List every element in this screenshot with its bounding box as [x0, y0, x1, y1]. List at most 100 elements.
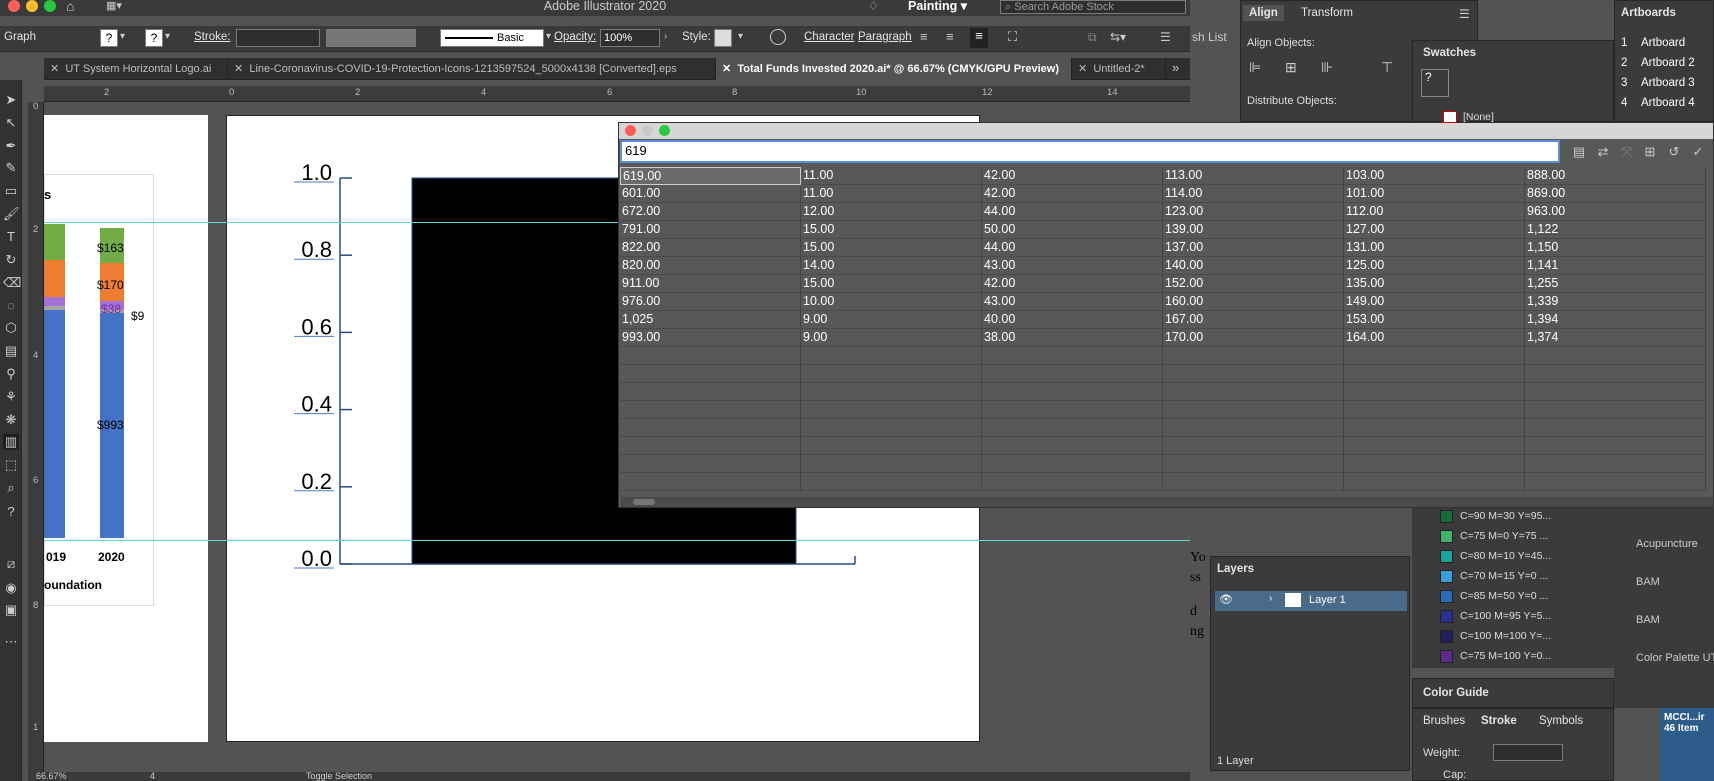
- grid-cell[interactable]: 9.00: [801, 329, 982, 347]
- brush-definition[interactable]: Basic: [440, 29, 544, 47]
- arrange-documents-icon[interactable]: ▦▾: [106, 0, 130, 14]
- grid-cell[interactable]: [1525, 419, 1706, 437]
- grid-cell[interactable]: 672.00: [620, 203, 801, 221]
- stroke-color-unknown[interactable]: ?: [145, 29, 163, 47]
- grid-cell[interactable]: 9.00: [801, 311, 982, 329]
- library-item[interactable]: BAM: [1636, 576, 1660, 588]
- curvature-tool-icon[interactable]: ✎: [3, 160, 19, 176]
- grid-cell[interactable]: [801, 473, 982, 491]
- swatches-title[interactable]: Swatches: [1423, 47, 1476, 59]
- grid-cell[interactable]: [1525, 383, 1706, 401]
- grid-cell[interactable]: 42.00: [982, 185, 1163, 203]
- swatch-row[interactable]: C=100 M=100 Y=...: [1440, 628, 1610, 646]
- align-center-icon[interactable]: ≡: [946, 29, 954, 44]
- stacked-bar-2020[interactable]: [100, 228, 124, 538]
- grid-cell[interactable]: 103.00: [1344, 167, 1525, 185]
- fill-stroke-swap-icon[interactable]: ?: [3, 504, 19, 520]
- grid-cell[interactable]: 127.00: [1344, 221, 1525, 239]
- stroke-weight-field[interactable]: [236, 29, 320, 47]
- grid-cell[interactable]: 131.00: [1344, 239, 1525, 257]
- apply-icon[interactable]: ✓: [1689, 143, 1707, 161]
- grid-cell[interactable]: [1163, 437, 1344, 455]
- grid-cell[interactable]: [1525, 347, 1706, 365]
- grid-cell[interactable]: 139.00: [1163, 221, 1344, 239]
- swatch-row[interactable]: C=70 M=15 Y=0 ...: [1440, 568, 1610, 586]
- grid-cell[interactable]: 619.00: [620, 167, 801, 185]
- grid-cell[interactable]: 1,150: [1525, 239, 1706, 257]
- grid-cell[interactable]: 976.00: [620, 293, 801, 311]
- grid-cell[interactable]: 12.00: [801, 203, 982, 221]
- grid-cell[interactable]: [1344, 473, 1525, 491]
- grid-cell[interactable]: [1525, 437, 1706, 455]
- grid-cell[interactable]: 1,025: [620, 311, 801, 329]
- artboard-navigator[interactable]: 4: [150, 771, 155, 781]
- grid-cell[interactable]: [1163, 419, 1344, 437]
- character-panel-link[interactable]: Character: [804, 31, 855, 43]
- grid-cell[interactable]: [620, 455, 801, 473]
- grid-cell[interactable]: [1163, 365, 1344, 383]
- paragraph-panel-link[interactable]: Paragraph: [858, 31, 912, 43]
- rotate-tool-icon[interactable]: ↻: [3, 252, 19, 268]
- grid-cell[interactable]: [801, 401, 982, 419]
- grid-cell[interactable]: 1,374: [1525, 329, 1706, 347]
- zoom-level[interactable]: 66.67%: [36, 771, 67, 781]
- grid-cell[interactable]: 123.00: [1163, 203, 1344, 221]
- tab-align[interactable]: Align: [1243, 5, 1284, 21]
- stroke-dropdown-icon[interactable]: ▾: [165, 31, 170, 42]
- more-tabs-icon[interactable]: »: [1172, 60, 1179, 75]
- horizontal-scrollbar[interactable]: [621, 497, 1713, 507]
- grid-cell[interactable]: [1525, 365, 1706, 383]
- grid-cell[interactable]: 11.00: [801, 185, 982, 203]
- arrange-icon[interactable]: ⇆▾: [1110, 30, 1126, 44]
- grid-cell[interactable]: [1525, 401, 1706, 419]
- grid-cell[interactable]: [1163, 473, 1344, 491]
- grid-cell[interactable]: [1525, 455, 1706, 473]
- grid-cell[interactable]: [620, 437, 801, 455]
- symbol-sprayer-icon[interactable]: ❋: [3, 412, 19, 428]
- cell-style-icon[interactable]: ⊞: [1641, 143, 1659, 161]
- grid-cell[interactable]: [620, 347, 801, 365]
- layer-name[interactable]: Layer 1: [1309, 594, 1346, 606]
- fill-dropdown-icon[interactable]: ▾: [120, 31, 125, 42]
- grid-cell[interactable]: 137.00: [1163, 239, 1344, 257]
- grid-cell[interactable]: [1344, 347, 1525, 365]
- grid-cell[interactable]: 164.00: [1344, 329, 1525, 347]
- grid-cell[interactable]: 42.00: [982, 167, 1163, 185]
- zoom-window-button[interactable]: [659, 125, 670, 136]
- stacked-bar-2019[interactable]: [44, 224, 65, 538]
- grid-cell[interactable]: [801, 383, 982, 401]
- layer-row[interactable]: 👁 › Layer 1: [1215, 591, 1407, 611]
- align-center-objects-icon[interactable]: ⊞: [1285, 59, 1297, 76]
- none-swatch[interactable]: [1443, 111, 1457, 123]
- swatch-row[interactable]: C=90 M=30 Y=95...: [1440, 508, 1610, 526]
- artboard-list-item[interactable]: 2 Artboard 2: [1615, 53, 1714, 73]
- opacity-field[interactable]: 100%: [600, 29, 660, 47]
- workspace-switcher[interactable]: Painting ▾: [908, 0, 967, 12]
- swatch-row[interactable]: C=75 M=100 Y=0...: [1440, 648, 1610, 666]
- ruler-guide[interactable]: [44, 540, 1190, 541]
- grid-cell[interactable]: 42.00: [982, 275, 1163, 293]
- tab-untitled-2[interactable]: ✕ Untitled-2*: [1072, 58, 1166, 80]
- grid-cell[interactable]: 963.00: [1525, 203, 1706, 221]
- grid-cell[interactable]: 869.00: [1525, 185, 1706, 203]
- grid-cell[interactable]: [1344, 365, 1525, 383]
- grid-cell[interactable]: 170.00: [1163, 329, 1344, 347]
- grid-cell[interactable]: 1,394: [1525, 311, 1706, 329]
- close-window-button[interactable]: [625, 125, 636, 136]
- panel-menu-icon[interactable]: ☰: [1459, 7, 1470, 21]
- grid-cell[interactable]: 113.00: [1163, 167, 1344, 185]
- grid-cell[interactable]: 112.00: [1344, 203, 1525, 221]
- grid-cell[interactable]: 135.00: [1344, 275, 1525, 293]
- layers-title[interactable]: Layers: [1217, 563, 1254, 575]
- variable-width-profile[interactable]: [326, 29, 416, 47]
- color-guide-title[interactable]: Color Guide: [1423, 687, 1489, 699]
- eye-icon[interactable]: 👁: [1219, 593, 1233, 606]
- screen-mode-icon[interactable]: ▣: [3, 602, 19, 618]
- fill-color-unknown[interactable]: ?: [100, 29, 118, 47]
- rectangle-tool-icon[interactable]: ▭: [3, 183, 19, 199]
- grid-cell[interactable]: [620, 365, 801, 383]
- grid-cell[interactable]: 14.00: [801, 257, 982, 275]
- cell-value-input[interactable]: 619: [620, 140, 1560, 163]
- grid-cell[interactable]: 40.00: [982, 311, 1163, 329]
- grid-cell[interactable]: 149.00: [1344, 293, 1525, 311]
